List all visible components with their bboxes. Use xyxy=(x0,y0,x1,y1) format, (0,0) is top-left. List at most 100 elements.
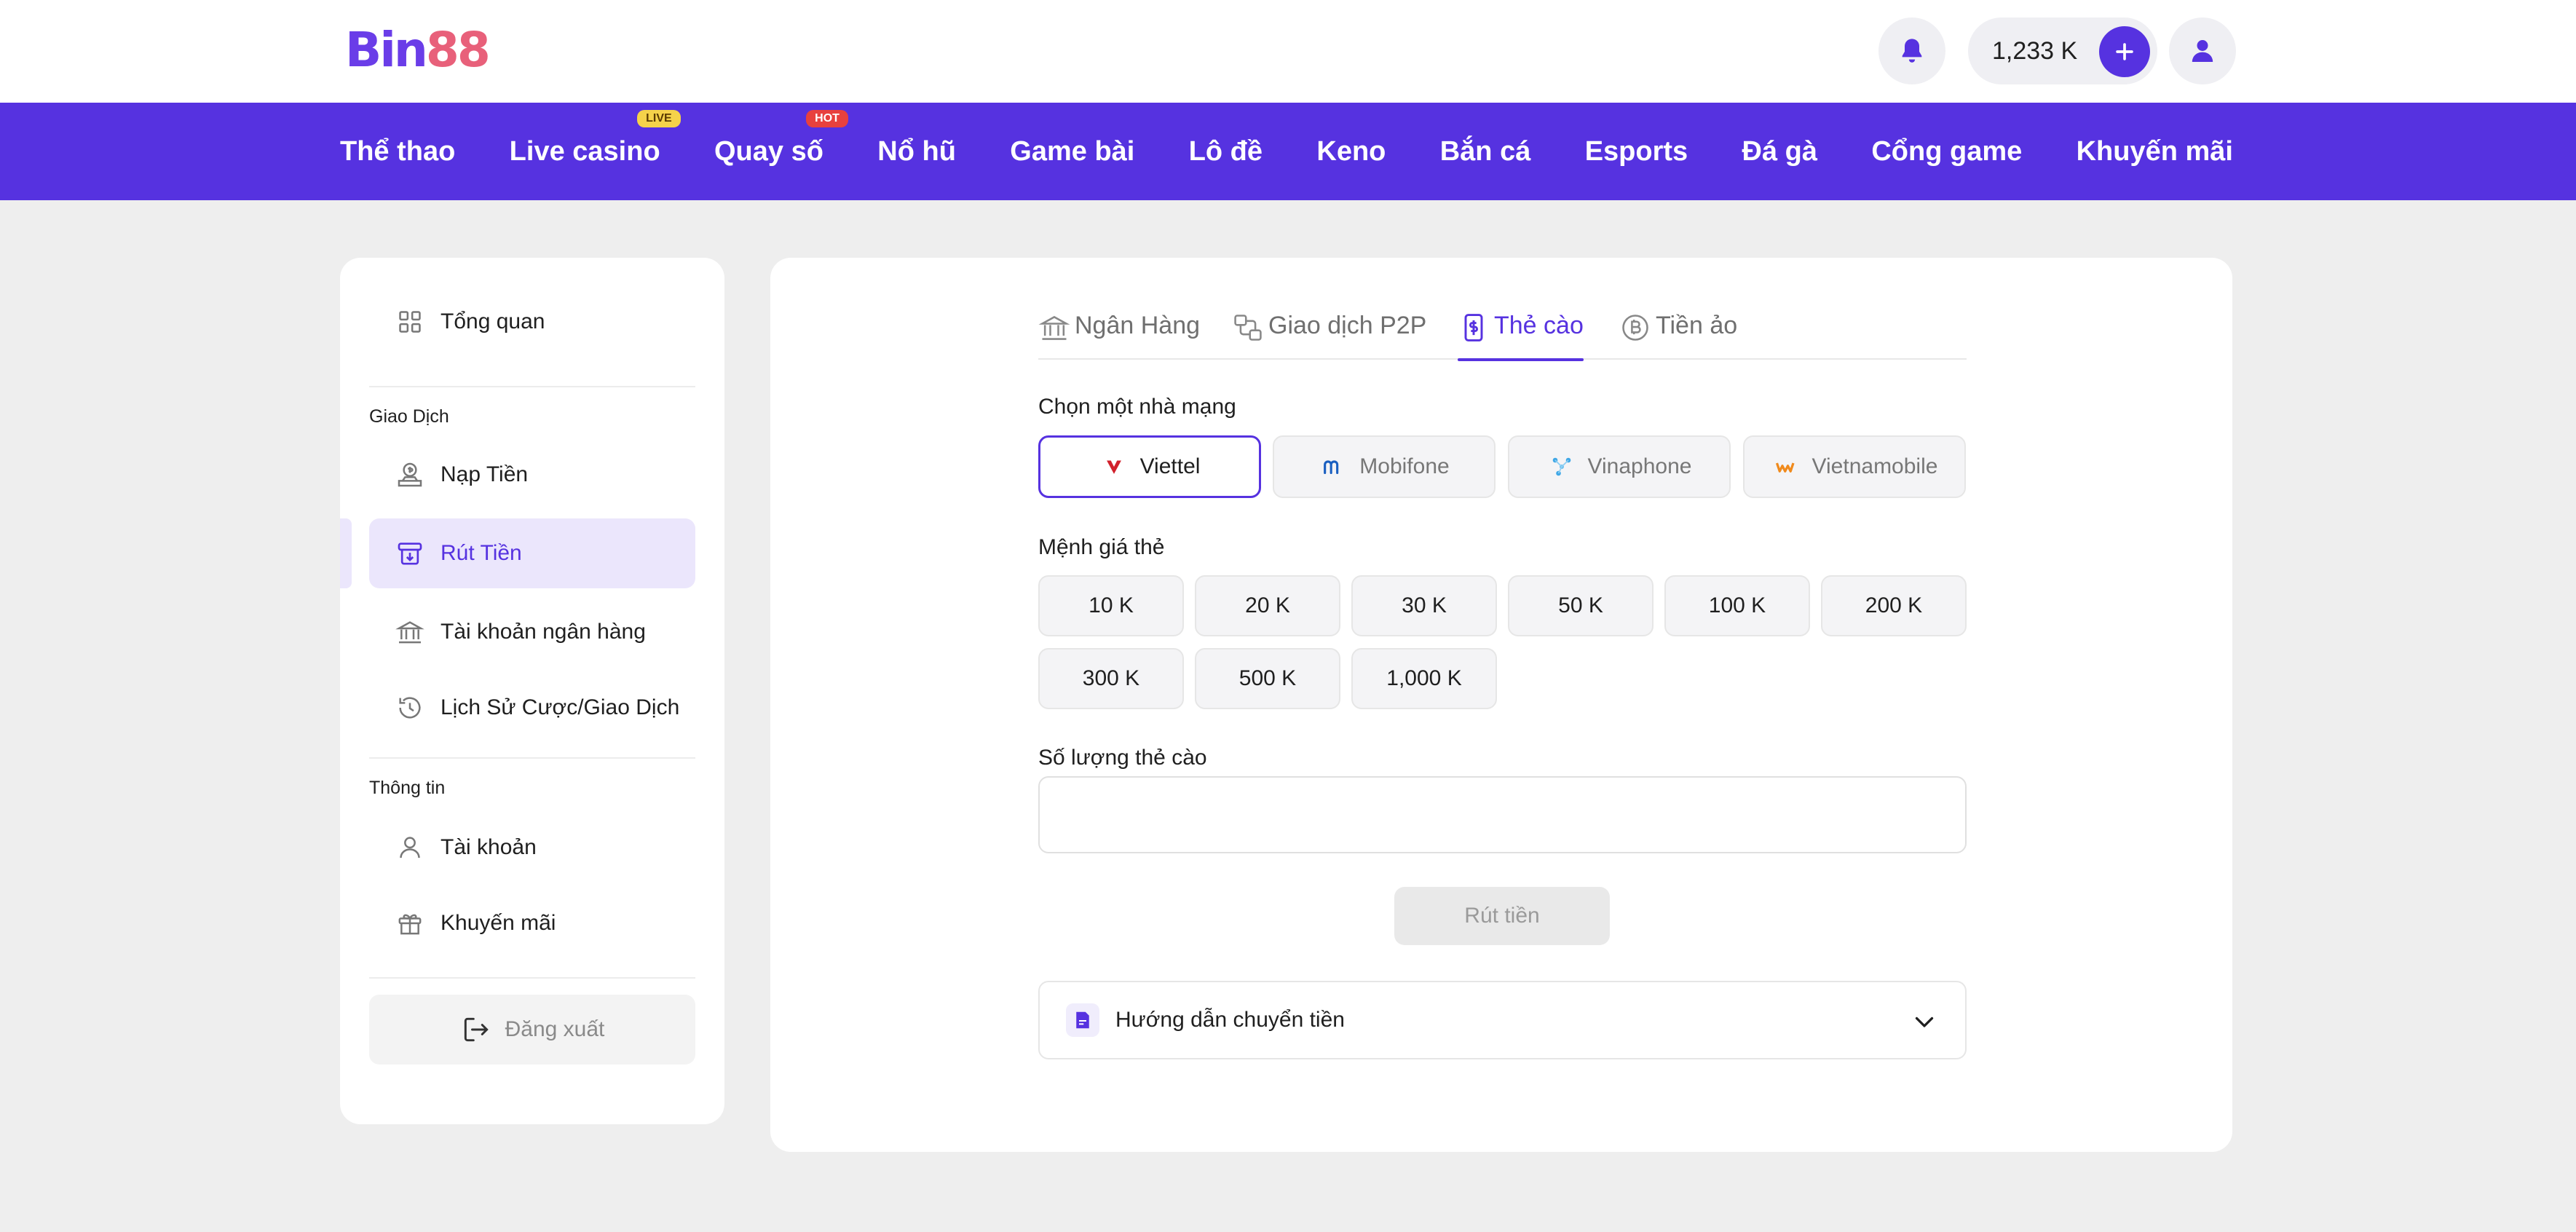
nav-item-live-casino[interactable]: Live casino LIVE xyxy=(509,109,681,167)
denomination-option[interactable]: 1,000 K xyxy=(1351,648,1497,709)
sidebar-item-deposit[interactable]: Nạp Tiền xyxy=(369,440,695,510)
card-icon xyxy=(1464,314,1483,341)
add-funds-button[interactable] xyxy=(2099,26,2150,77)
denomination-field-label: Mệnh giá thẻ xyxy=(1038,535,1165,559)
nav-item-label: Quay số xyxy=(714,135,823,167)
sidebar-item-label: Rút Tiền xyxy=(440,541,522,565)
denomination-option[interactable]: 10 K xyxy=(1038,575,1184,636)
user-outline-icon xyxy=(394,832,426,864)
nav-item-no-hu[interactable]: Nổ hũ xyxy=(877,136,956,167)
denomination-option[interactable]: 500 K xyxy=(1195,648,1340,709)
user-icon xyxy=(2192,40,2213,62)
sidebar-item-label: Khuyến mãi xyxy=(440,911,556,935)
denomination-option[interactable]: 20 K xyxy=(1195,575,1340,636)
nav-item-da-ga[interactable]: Đá gà xyxy=(1742,136,1817,167)
guide-label: Hướng dẫn chuyển tiền xyxy=(1115,1008,1345,1032)
withdraw-method-tabs: Ngân Hàng Giao dịch P2P Thẻ cào Tiền ảo xyxy=(1038,309,1967,361)
nav-item-game-bai[interactable]: Game bài xyxy=(1010,136,1134,167)
tab-p2p[interactable]: Giao dịch P2P xyxy=(1232,309,1426,360)
history-icon xyxy=(394,692,426,724)
logout-button[interactable]: Đăng xuất xyxy=(369,995,695,1065)
nav-item-esports[interactable]: Esports xyxy=(1585,136,1688,167)
active-marker xyxy=(340,518,352,588)
bank-icon xyxy=(394,616,426,648)
nav-item-cong-game[interactable]: Cổng game xyxy=(1871,136,2022,167)
denomination-option[interactable]: 30 K xyxy=(1351,575,1497,636)
sidebar-item-label: Tài khoản ngân hàng xyxy=(440,620,646,644)
chevron-down-icon xyxy=(1915,1016,1934,1027)
withdraw-submit-button[interactable]: Rút tiền xyxy=(1394,887,1610,945)
sidebar-item-overview[interactable]: Tổng quan xyxy=(369,287,695,357)
denomination-option[interactable]: 50 K xyxy=(1508,575,1654,636)
grid-icon xyxy=(394,306,426,338)
sidebar-divider xyxy=(369,757,695,759)
carrier-label: Mobifone xyxy=(1359,454,1450,478)
sidebar-item-label: Lịch Sử Cược/Giao Dịch xyxy=(440,695,680,719)
sidebar-section-info: Thông tin xyxy=(369,778,446,798)
quantity-field-label: Số lượng thẻ cào xyxy=(1038,746,1207,770)
tab-crypto[interactable]: Tiền ảo xyxy=(1619,309,1737,360)
balance-pill[interactable]: 1,233 K xyxy=(1968,17,2157,84)
plus-icon xyxy=(2116,43,2133,60)
withdraw-icon xyxy=(394,537,426,569)
mobifone-logo-icon xyxy=(1319,452,1348,481)
sidebar-divider xyxy=(369,386,695,387)
viettel-logo-icon xyxy=(1099,452,1129,481)
tab-label: Ngân Hàng xyxy=(1075,312,1201,339)
nav-item-khuyen-mai[interactable]: Khuyến mãi xyxy=(2077,136,2233,167)
sidebar-item-promotions[interactable]: Khuyến mãi xyxy=(369,888,695,958)
nav-item-lo-de[interactable]: Lô đề xyxy=(1189,136,1263,167)
carrier-label: Viettel xyxy=(1139,454,1201,478)
hot-badge: HOT xyxy=(806,109,848,127)
carrier-field-label: Chọn một nhà mạng xyxy=(1038,395,1236,419)
nav-item-ban-ca[interactable]: Bắn cá xyxy=(1440,136,1531,167)
logout-icon xyxy=(464,1017,489,1042)
logo-letters-in: in xyxy=(379,22,428,78)
card-quantity-input[interactable] xyxy=(1038,776,1967,853)
account-sidebar: Tổng quan Giao Dịch Nạp Tiền Rút Tiền Tà… xyxy=(340,258,724,1124)
nav-item-keno[interactable]: Keno xyxy=(1316,136,1386,167)
gift-icon xyxy=(394,907,426,939)
carrier-option-vinaphone[interactable]: Vinaphone xyxy=(1508,435,1731,498)
carrier-option-viettel[interactable]: Viettel xyxy=(1038,435,1261,498)
sidebar-item-withdraw[interactable]: Rút Tiền xyxy=(369,518,695,588)
logo[interactable]: Bin88 xyxy=(345,22,491,78)
sidebar-item-bank-account[interactable]: Tài khoản ngân hàng xyxy=(369,597,695,667)
vietnamobile-logo-icon xyxy=(1771,452,1801,481)
sidebar-item-label: Tổng quan xyxy=(440,309,545,333)
bitcoin-icon xyxy=(1622,315,1648,341)
tab-label: Thẻ cào xyxy=(1494,312,1584,339)
logo-letter-b: B xyxy=(345,22,382,78)
sidebar-item-label: Nạp Tiền xyxy=(440,462,529,486)
nav-item-quay-so[interactable]: Quay số HOT xyxy=(714,109,848,167)
vinaphone-logo-icon xyxy=(1547,452,1576,481)
sidebar-section-transactions: Giao Dịch xyxy=(369,406,449,427)
live-badge: LIVE xyxy=(637,109,681,127)
transfer-guide-accordion[interactable]: Hướng dẫn chuyển tiền xyxy=(1038,981,1967,1059)
sidebar-item-account[interactable]: Tài khoản xyxy=(369,813,695,882)
denomination-option[interactable]: 300 K xyxy=(1038,648,1184,709)
tab-label: Tiền ảo xyxy=(1656,312,1738,339)
denomination-option[interactable]: 100 K xyxy=(1664,575,1810,636)
carrier-option-mobifone[interactable]: Mobifone xyxy=(1273,435,1496,498)
tab-label: Giao dịch P2P xyxy=(1268,312,1427,339)
bank-icon xyxy=(1038,315,1070,340)
bell-icon xyxy=(1902,39,1922,63)
document-icon xyxy=(1066,1003,1099,1037)
carrier-option-vietnamobile[interactable]: Vietnamobile xyxy=(1743,435,1966,498)
top-header: Bin88 1,233 K xyxy=(0,0,2576,103)
deposit-icon xyxy=(394,459,426,491)
denomination-option[interactable]: 200 K xyxy=(1821,575,1967,636)
sidebar-item-label: Tài khoản xyxy=(440,835,537,859)
profile-button[interactable] xyxy=(2169,17,2236,84)
balance-amount: 1,233 K xyxy=(1992,36,2078,65)
notifications-button[interactable] xyxy=(1878,17,1945,84)
sidebar-divider xyxy=(369,977,695,979)
tab-scratch-card[interactable]: Thẻ cào xyxy=(1458,309,1584,361)
nav-item-the-thao[interactable]: Thể thao xyxy=(340,136,455,167)
main-nav: Thể thao Live casino LIVE Quay số HOT Nổ… xyxy=(0,103,2576,200)
nav-item-label: Live casino xyxy=(509,135,660,167)
tab-bank[interactable]: Ngân Hàng xyxy=(1038,309,1200,360)
sidebar-item-history[interactable]: Lịch Sử Cược/Giao Dịch xyxy=(369,673,695,743)
carrier-label: Vinaphone xyxy=(1587,454,1692,478)
